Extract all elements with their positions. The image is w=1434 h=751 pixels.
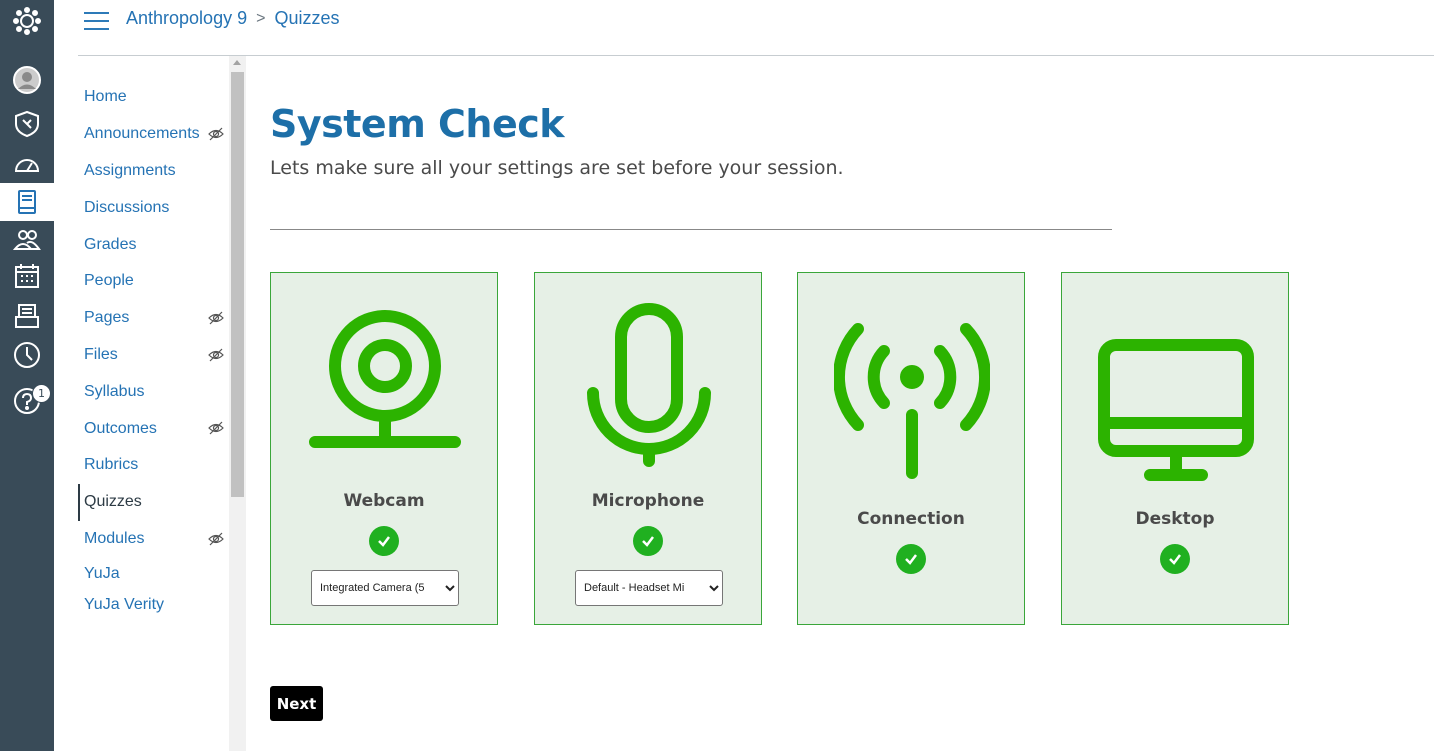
scroll-thumb[interactable] <box>231 72 244 497</box>
course-nav-item-files[interactable]: Files <box>78 337 230 374</box>
page-title: System Check <box>270 102 565 146</box>
microphone-icon <box>587 303 711 467</box>
course-nav-label: Home <box>84 88 127 106</box>
connection-icon <box>834 323 990 479</box>
card-label: Desktop <box>1135 509 1215 529</box>
course-nav-label: Announcements <box>84 125 200 143</box>
card-label: Microphone <box>591 491 705 511</box>
course-nav-item-people[interactable]: People <box>78 263 230 300</box>
scrollbar[interactable] <box>229 56 246 751</box>
dashboard-icon[interactable] <box>0 146 54 184</box>
course-nav-label: Assignments <box>84 161 176 179</box>
check-icon <box>896 544 926 574</box>
course-nav-label: YuJa Verity <box>84 596 165 614</box>
logo-icon[interactable] <box>0 2 54 40</box>
webcam-select[interactable]: Integrated Camera (5 <box>311 570 459 606</box>
help-badge: 1 <box>32 384 51 403</box>
courses-icon[interactable] <box>0 183 54 221</box>
course-nav-label: YuJa <box>84 565 120 583</box>
course-nav-label: Outcomes <box>84 419 157 437</box>
course-nav-item-assignments[interactable]: Assignments <box>78 153 230 190</box>
course-nav-item-yuja[interactable]: YuJa <box>78 557 230 591</box>
hidden-eye-icon[interactable] <box>208 347 224 363</box>
hidden-eye-icon[interactable] <box>208 310 224 326</box>
hidden-eye-icon[interactable] <box>208 126 224 142</box>
webcam-card: Webcam Integrated Camera (5 <box>270 272 498 625</box>
course-nav-item-home[interactable]: Home <box>78 79 230 116</box>
connection-card: Connection <box>797 272 1025 625</box>
course-nav-item-outcomes[interactable]: Outcomes <box>78 410 230 447</box>
course-nav-item-syllabus[interactable]: Syllabus <box>78 373 230 410</box>
card-label: Connection <box>857 509 965 529</box>
course-nav-label: Rubrics <box>84 456 139 474</box>
breadcrumb-separator: > <box>256 9 266 27</box>
hidden-eye-icon[interactable] <box>208 420 224 436</box>
check-icon <box>633 526 663 556</box>
groups-icon[interactable] <box>0 220 54 258</box>
course-nav-label: Syllabus <box>84 382 145 400</box>
course-nav-label: Grades <box>84 235 137 253</box>
course-nav-label: Discussions <box>84 198 170 216</box>
desktop-icon <box>1098 339 1254 481</box>
card-label: Webcam <box>343 491 425 511</box>
hidden-eye-icon[interactable] <box>208 531 224 547</box>
course-nav-label: Files <box>84 345 118 363</box>
header: Anthropology 9 > Quizzes <box>78 0 1434 56</box>
course-nav-item-rubrics[interactable]: Rubrics <box>78 447 230 484</box>
check-icon <box>1160 544 1190 574</box>
next-button[interactable]: Next <box>270 686 323 721</box>
course-nav-label: Modules <box>84 529 145 547</box>
history-icon[interactable] <box>0 336 54 374</box>
course-nav-label: People <box>84 272 134 290</box>
account-icon[interactable] <box>0 61 54 99</box>
scroll-up-arrow-icon[interactable] <box>233 60 241 65</box>
webcam-icon <box>309 310 461 448</box>
course-nav: Home Announcements Assignments Discussions G… <box>78 79 230 619</box>
course-nav-item-grades[interactable]: Grades <box>78 226 230 263</box>
divider <box>270 229 1112 230</box>
course-nav-item-pages[interactable]: Pages <box>78 300 230 337</box>
calendar-icon[interactable] <box>0 257 54 295</box>
inbox-icon[interactable] <box>0 297 54 335</box>
course-nav-label: Pages <box>84 309 130 327</box>
course-nav-label: Quizzes <box>84 493 142 511</box>
desktop-card: Desktop <box>1061 272 1289 625</box>
course-nav-item-quizzes[interactable]: Quizzes <box>78 483 230 521</box>
breadcrumb: Anthropology 9 > Quizzes <box>126 8 339 29</box>
global-nav: 1 <box>0 0 54 751</box>
course-nav-item-modules[interactable]: Modules <box>78 521 230 558</box>
admin-icon[interactable] <box>0 105 54 143</box>
breadcrumb-current[interactable]: Quizzes <box>274 8 339 29</box>
microphone-card: Microphone Default - Headset Mi <box>534 272 762 625</box>
page-subtitle: Lets make sure all your settings are set… <box>270 157 844 179</box>
course-nav-item-yuja-verity[interactable]: YuJa Verity <box>78 591 230 619</box>
check-icon <box>369 526 399 556</box>
microphone-select[interactable]: Default - Headset Mi <box>575 570 723 606</box>
hamburger-menu-icon[interactable] <box>84 12 109 32</box>
course-nav-item-discussions[interactable]: Discussions <box>78 189 230 226</box>
breadcrumb-course-link[interactable]: Anthropology 9 <box>126 8 247 29</box>
course-nav-item-announcements[interactable]: Announcements <box>78 116 230 153</box>
